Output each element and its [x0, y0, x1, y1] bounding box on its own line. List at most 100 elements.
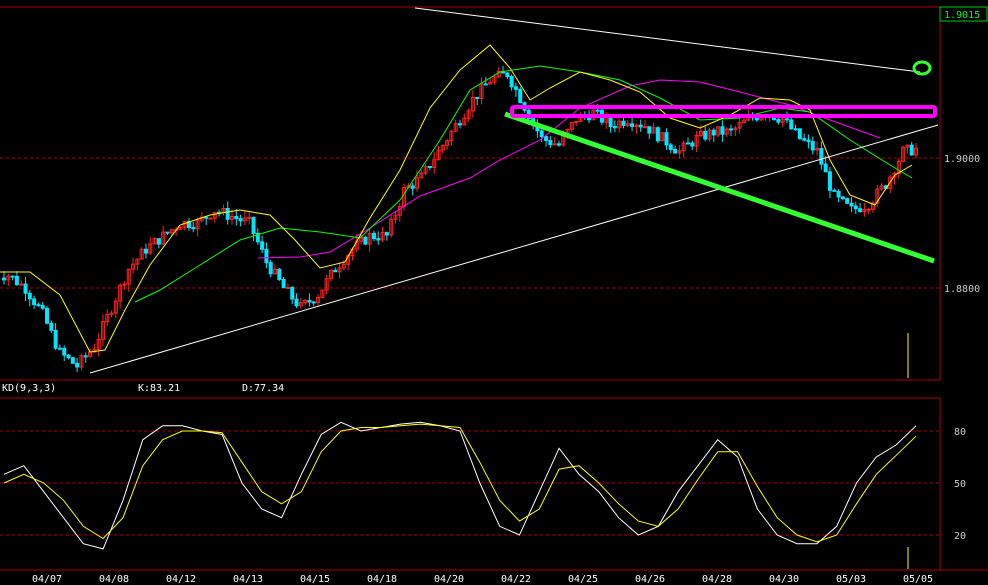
x-tick-label: 04/08 [99, 574, 129, 585]
candle-body [191, 227, 196, 230]
x-tick-label: 04/13 [233, 574, 263, 585]
candle-body [70, 357, 75, 364]
candle-body [290, 286, 295, 300]
candle-body [285, 286, 290, 289]
candle-body [268, 262, 273, 275]
candle-body [19, 283, 24, 286]
candle-body [819, 148, 824, 165]
candle-body [204, 216, 209, 219]
candle-body [277, 268, 282, 280]
candle-body [36, 304, 41, 307]
candle-body [827, 171, 832, 191]
kd-tick-label: 50 [954, 479, 966, 490]
y-tick-label: 1.8800 [944, 284, 980, 295]
x-tick-label: 04/30 [769, 574, 799, 585]
candle-body [311, 301, 316, 304]
candle-body [260, 241, 265, 250]
candle-body [810, 141, 815, 151]
x-tick-label: 04/22 [501, 574, 531, 585]
candle-body [642, 126, 647, 129]
candle-body [14, 275, 19, 286]
candle-body [552, 143, 557, 146]
candle-body [686, 142, 690, 145]
candle-body [513, 86, 518, 90]
candle-body [866, 208, 871, 211]
candle-body [53, 329, 58, 349]
kd-tick-label: 20 [954, 531, 966, 542]
candle-body [234, 216, 239, 220]
candle-body [806, 139, 811, 143]
candle-body [608, 117, 613, 128]
kd-title: KD(9,3,3) [2, 383, 56, 394]
candle-body [793, 128, 798, 131]
x-tick-label: 05/03 [836, 574, 866, 585]
x-tick-label: 04/12 [166, 574, 196, 585]
candle-body [376, 238, 381, 241]
candle-body [655, 127, 660, 142]
candle-body [909, 144, 914, 156]
candle-body [333, 269, 338, 273]
kd-tick-label: 80 [954, 427, 966, 438]
candle-body [371, 232, 376, 240]
candle-body [410, 185, 415, 189]
candle-body [251, 216, 256, 234]
x-tick-label: 04/28 [702, 574, 732, 585]
candle-body [556, 143, 561, 146]
candle-body [264, 248, 269, 264]
candle-body [595, 109, 600, 112]
candle-body [638, 124, 643, 128]
candle-body [802, 138, 807, 141]
y-tick-label: 1.9000 [944, 154, 980, 165]
candle-body [49, 322, 54, 331]
candle-body [143, 248, 148, 254]
candle-body [668, 144, 673, 150]
x-tick-label: 05/05 [903, 574, 933, 585]
candle-body [45, 307, 50, 324]
candle-body [23, 283, 28, 294]
candle-body [797, 128, 802, 140]
candle-body [363, 236, 368, 245]
candle-body [789, 119, 794, 130]
candle-body [849, 202, 854, 207]
candle-body [776, 119, 781, 123]
x-tick-label: 04/18 [367, 574, 397, 585]
x-tick-label: 04/25 [568, 574, 598, 585]
candle-body [621, 120, 626, 126]
candle-body [83, 355, 88, 358]
candle-body [505, 72, 510, 77]
candle-body [544, 135, 549, 142]
candle-body [165, 231, 170, 234]
candle-body [836, 190, 841, 198]
x-tick-label: 04/26 [635, 574, 665, 585]
candle-body [664, 132, 669, 146]
candle-body [673, 148, 678, 154]
candle-body [483, 83, 488, 86]
candle-body [845, 198, 850, 204]
kd-d-value: D:77.34 [242, 383, 284, 394]
candle-body [62, 348, 67, 356]
candle-body [539, 130, 544, 137]
x-tick-label: 04/15 [300, 574, 330, 585]
candle-body [32, 298, 37, 306]
x-tick-label: 04/20 [434, 574, 464, 585]
x-tick-label: 04/07 [32, 574, 62, 585]
candle-body [858, 208, 863, 212]
candle-body [156, 238, 161, 245]
candle-body [225, 207, 230, 220]
candle-body [612, 126, 617, 129]
candle-body [703, 130, 708, 140]
candle-body [832, 189, 837, 192]
candle-body [729, 128, 734, 131]
candle-body [66, 354, 71, 359]
candle-body [475, 97, 480, 100]
candle-body [384, 232, 389, 236]
candle-body [840, 196, 845, 200]
candle-body [548, 140, 553, 146]
candle-body [40, 304, 45, 309]
candle-body [10, 275, 15, 278]
candle-body [574, 121, 579, 124]
chart-background [0, 0, 988, 585]
candle-body [518, 88, 523, 104]
candle-body [823, 163, 828, 173]
candle-body [630, 123, 635, 127]
